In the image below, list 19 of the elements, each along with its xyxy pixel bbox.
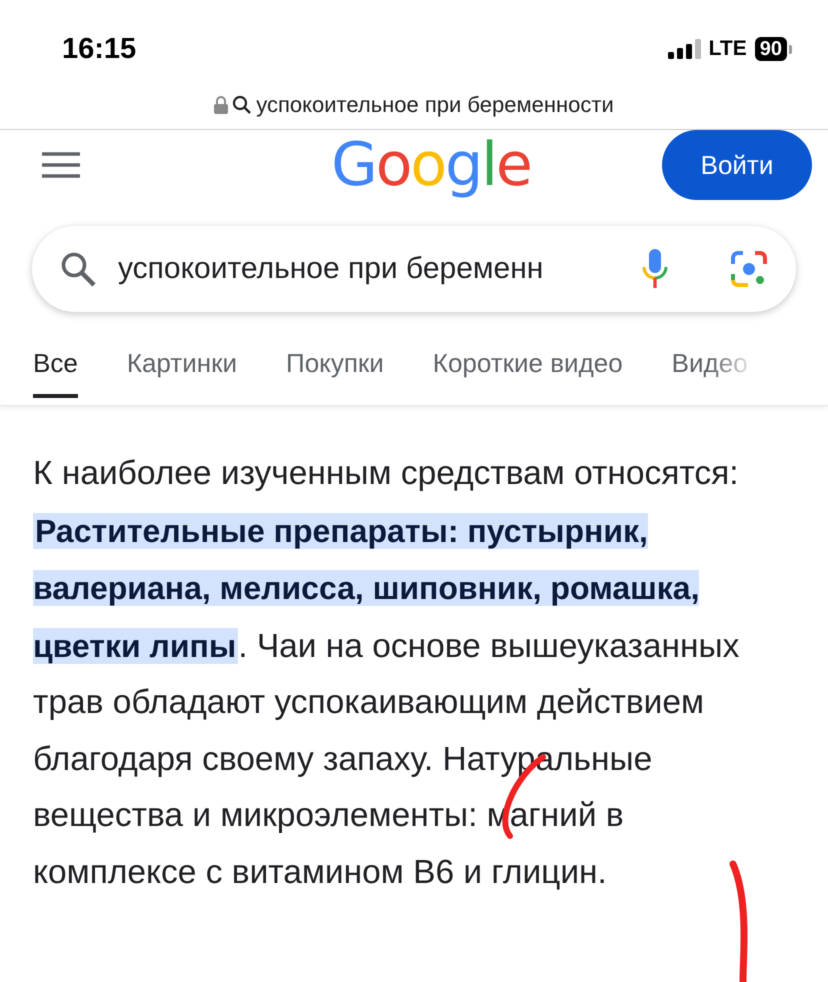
microphone-icon[interactable] xyxy=(642,249,668,289)
clock-time: 16:15 xyxy=(62,32,136,66)
search-tab[interactable]: Все xyxy=(33,348,78,398)
menu-icon[interactable] xyxy=(42,152,80,178)
sign-in-button[interactable]: Войти xyxy=(662,130,812,200)
search-tab[interactable]: Покупки xyxy=(286,348,384,394)
search-tab[interactable]: Видео xyxy=(672,348,748,394)
search-tab[interactable]: Картинки xyxy=(126,348,237,394)
search-field[interactable]: успокоительное при беременн xyxy=(32,226,796,312)
lock-icon xyxy=(214,96,228,114)
camera-lens-icon[interactable] xyxy=(730,250,768,288)
search-icon xyxy=(232,94,252,114)
battery-level: 90 xyxy=(754,37,787,61)
signal-icon xyxy=(668,39,701,59)
network-label: LTE xyxy=(708,37,747,61)
search-icon xyxy=(60,251,96,287)
address-text[interactable]: успокоительное при беременности xyxy=(256,92,614,118)
google-logo: Google xyxy=(331,130,531,200)
search-tab[interactable]: Короткие видео xyxy=(432,348,623,394)
